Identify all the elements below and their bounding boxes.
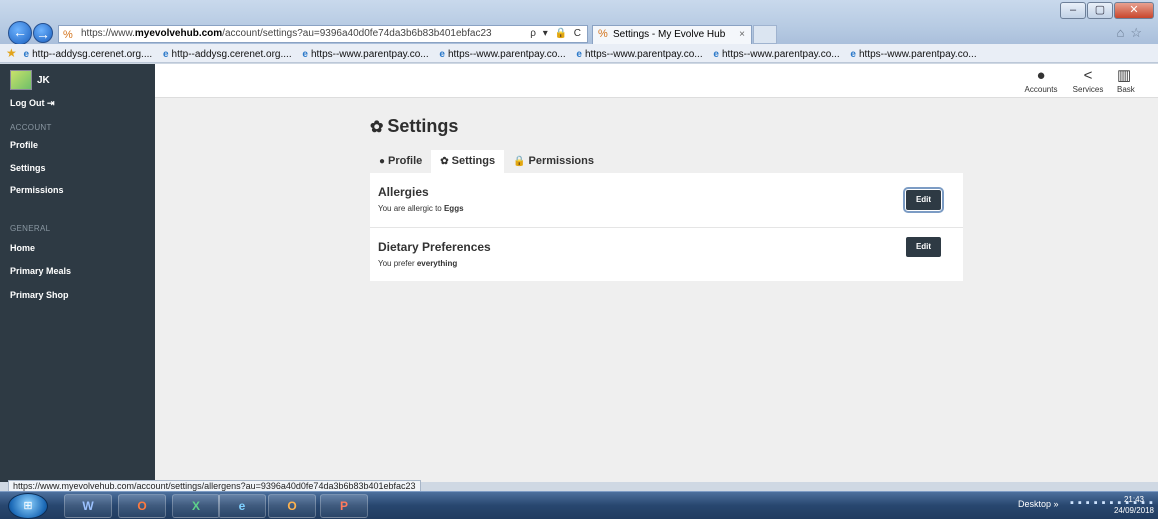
account-heading: ACCOUNT	[10, 123, 52, 132]
outlook-app-button[interactable]: O	[268, 494, 316, 518]
page-title: ✿ Settings	[370, 116, 459, 136]
new-tab-button[interactable]	[753, 25, 777, 44]
sidebar-item-primary-meals[interactable]: Primary Meals	[10, 266, 71, 276]
ie-page-icon: e	[576, 49, 582, 60]
user-block[interactable]: JK	[10, 70, 50, 90]
user-icon: ●	[379, 156, 386, 167]
tab-title: Settings - My Evolve Hub	[613, 29, 726, 40]
url-scheme: https://www.	[81, 28, 135, 39]
url-host: myevolvehub.com	[134, 28, 223, 39]
row-title: Dietary Preferences	[378, 240, 491, 254]
services-button[interactable]: < Services	[1065, 67, 1111, 94]
address-tools[interactable]: ρ ▾ 🔒 C	[530, 26, 583, 42]
edit-allergies-button[interactable]: Edit	[903, 187, 944, 213]
tab-favicon-icon: %	[598, 28, 608, 40]
user-initials: JK	[37, 74, 50, 86]
site-favicon-icon: %	[63, 29, 73, 41]
main-content: ✿ Settings ● Profile ✿ Settings 🔒 Permission…	[370, 116, 963, 281]
favorite-link[interactable]: e https--www.parentpay.co...	[576, 46, 702, 62]
allergies-row: Allergies You are allergic to Eggs Edit	[370, 173, 963, 227]
dietary-preferences-row: Dietary Preferences You prefer everythin…	[370, 227, 963, 281]
start-button[interactable]: ⊞	[8, 493, 48, 519]
maximize-button[interactable]: ▢	[1087, 2, 1113, 19]
web-page: JK Log Out ⇥ ACCOUNT Profile Settings Pe…	[0, 64, 1158, 482]
window-controls: – ▢ ✕	[1059, 2, 1154, 19]
word-app-button[interactable]: W	[64, 494, 112, 518]
back-button[interactable]: ←	[8, 21, 32, 45]
office-app-button[interactable]: O	[118, 494, 166, 518]
edit-dietary-button[interactable]: Edit	[906, 237, 941, 257]
favorite-link[interactable]: e https--www.parentpay.co...	[302, 46, 428, 62]
avatar	[10, 70, 32, 90]
ie-page-icon: e	[162, 49, 169, 60]
excel-app-button[interactable]: X	[172, 494, 220, 518]
clock-date: 24/09/2018	[1113, 506, 1154, 515]
sidebar-item-permissions[interactable]: Permissions	[10, 185, 64, 195]
favorite-link[interactable]: e http--addysg.cerenet.org....	[23, 46, 153, 62]
sidebar-item-profile[interactable]: Profile	[10, 140, 38, 150]
user-icon: ●	[1036, 67, 1046, 84]
top-nav: ● Accounts < Services ▥ Bask	[155, 64, 1158, 98]
sidebar-item-settings[interactable]: Settings	[10, 163, 46, 173]
desktop-toolbar[interactable]: Desktop »	[1018, 499, 1059, 509]
minimize-button[interactable]: –	[1060, 2, 1086, 19]
favorite-link[interactable]: e https--www.parentpay.co...	[850, 46, 976, 62]
gear-icon: ✿	[370, 119, 384, 136]
settings-tabs: ● Profile ✿ Settings 🔒 Permissions	[370, 150, 603, 173]
url-path: /account/settings?au=9396a40d0fe74da3b6b…	[222, 28, 492, 39]
row-description: You are allergic to Eggs	[378, 204, 464, 213]
gear-icon: ✿	[440, 156, 449, 167]
favorite-link[interactable]: e http--addysg.cerenet.org....	[162, 46, 292, 62]
browser-tab[interactable]: % Settings - My Evolve Hub ×	[592, 25, 752, 44]
forward-button[interactable]: →	[33, 23, 53, 43]
settings-panel: Allergies You are allergic to Eggs Edit …	[370, 173, 963, 281]
tab-profile[interactable]: ● Profile	[370, 150, 431, 173]
address-bar[interactable]: % https://www.myevolvehub.com/account/se…	[58, 25, 588, 43]
browser-tools: ⌂☆	[1116, 25, 1148, 41]
logout-icon: ⇥	[47, 98, 55, 108]
ie-page-icon: e	[850, 49, 856, 60]
lock-icon: 🔒	[513, 156, 526, 167]
home-icon[interactable]: ⌂	[1116, 25, 1130, 40]
powerpoint-app-button[interactable]: P	[320, 494, 368, 518]
ie-page-icon: e	[713, 49, 719, 60]
logout-link[interactable]: Log Out ⇥	[10, 98, 55, 109]
basket-button[interactable]: ▥ Bask	[1117, 67, 1157, 94]
favorite-link[interactable]: e https--www.parentpay.co...	[713, 46, 839, 62]
browser-titlebar: – ▢ ✕ ← → % https://www.myevolvehub.com/…	[0, 0, 1158, 45]
sidebar: JK Log Out ⇥ ACCOUNT Profile Settings Pe…	[0, 64, 155, 482]
row-title: Allergies	[378, 185, 429, 199]
basket-icon: ▥	[1117, 67, 1132, 84]
sidebar-item-home[interactable]: Home	[10, 243, 35, 253]
taskbar: ⊞ W O X e O P Desktop » ▪▪▪▪▪▪▪▪▪▪▪ 21:4…	[0, 491, 1158, 519]
ie-app-button[interactable]: e	[218, 494, 266, 518]
accounts-button[interactable]: ● Accounts	[1018, 67, 1064, 94]
tab-close-icon[interactable]: ×	[739, 26, 745, 43]
ie-page-icon: e	[439, 49, 445, 60]
general-heading: GENERAL	[10, 224, 51, 233]
favorites-star-icon[interactable]: ★	[6, 46, 17, 60]
tab-permissions[interactable]: 🔒 Permissions	[504, 150, 603, 173]
close-window-button[interactable]: ✕	[1114, 2, 1154, 19]
clock-time: 21:43	[1123, 495, 1144, 504]
windows-logo-icon: ⊞	[23, 500, 33, 512]
favorite-link[interactable]: e https--www.parentpay.co...	[439, 46, 565, 62]
ie-page-icon: e	[23, 49, 30, 60]
screen: – ▢ ✕ ← → % https://www.myevolvehub.com/…	[0, 0, 1158, 519]
favorites-star-icon[interactable]: ☆	[1130, 25, 1148, 40]
sidebar-item-primary-shop[interactable]: Primary Shop	[10, 290, 69, 300]
ie-page-icon: e	[302, 49, 308, 60]
clock[interactable]: 21:43 24/09/2018	[1114, 494, 1154, 516]
tab-settings[interactable]: ✿ Settings	[431, 150, 505, 173]
row-description: You prefer everything	[378, 259, 458, 268]
share-icon: <	[1083, 67, 1093, 84]
favorites-bar: ★ e http--addysg.cerenet.org.... e http--a…	[0, 44, 1158, 63]
